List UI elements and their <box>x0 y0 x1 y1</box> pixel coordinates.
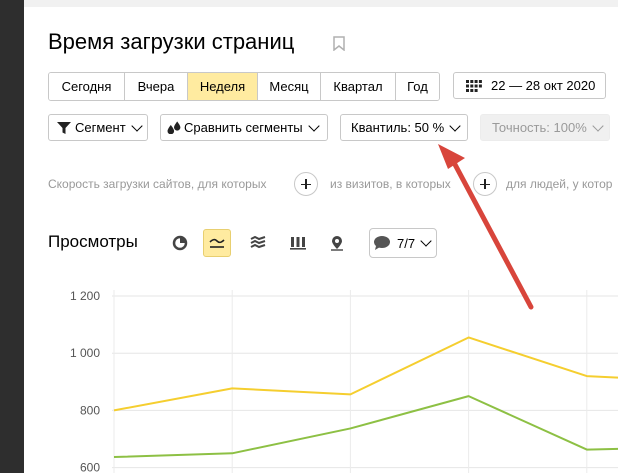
page-title: Время загрузки страниц <box>48 29 295 54</box>
period-selector: Сегодня Вчера Неделя Месяц Квартал Год <box>48 72 440 101</box>
y-tick-label: 1 000 <box>70 346 100 360</box>
series-counter: 7/7 <box>397 235 416 251</box>
precision-label: Точность: 100% <box>492 120 587 135</box>
drops-icon <box>167 121 181 134</box>
y-tick-label: 1 200 <box>70 289 100 303</box>
area-chart-icon <box>250 236 266 249</box>
description-text-1: Скорость загрузки сайтов, для которых <box>48 177 267 191</box>
series-select[interactable]: 7/7 <box>369 228 437 258</box>
date-range-label: 22 — 28 окт 2020 <box>491 78 596 93</box>
compare-segments-label: Сравнить сегменты <box>184 120 303 135</box>
y-tick-label: 800 <box>80 403 100 417</box>
chevron-down-icon <box>449 119 461 132</box>
add-condition-button-1[interactable] <box>294 172 318 196</box>
line-chart-icon <box>209 238 225 248</box>
bookmark-icon[interactable] <box>333 36 345 51</box>
period-yesterday-button[interactable]: Вчера <box>125 73 188 100</box>
description-text-3: для людей, у котор <box>506 177 613 191</box>
quantile-select[interactable]: Квантиль: 50 % <box>340 114 468 141</box>
quantile-label: Квантиль: 50 % <box>351 120 445 135</box>
chevron-down-icon <box>307 119 320 132</box>
map-view-button[interactable] <box>323 229 351 257</box>
bar-chart-icon <box>290 237 306 250</box>
series-line-0[interactable] <box>113 336 618 412</box>
line-chart: 1 200 1 000 800 600 <box>70 289 618 473</box>
description-text-2: из визитов, в которых <box>330 177 451 191</box>
area-chart-view-button[interactable] <box>244 229 272 257</box>
pie-chart-icon <box>172 235 188 251</box>
date-range-button[interactable]: 22 — 28 окт 2020 <box>453 72 606 99</box>
add-condition-button-2[interactable] <box>473 172 497 196</box>
metric-title: Просмотры <box>48 232 138 251</box>
period-week-button[interactable]: Неделя <box>188 73 258 100</box>
segment-label: Сегмент <box>75 120 126 135</box>
chevron-down-icon <box>420 235 432 247</box>
segment-button[interactable]: Сегмент <box>48 114 148 141</box>
period-month-button[interactable]: Месяц <box>258 73 321 100</box>
calendar-icon <box>466 79 482 92</box>
pie-chart-view-button[interactable] <box>166 229 194 257</box>
series-line-1[interactable] <box>113 395 618 459</box>
comment-icon <box>374 236 390 250</box>
period-quarter-button[interactable]: Квартал <box>321 73 396 100</box>
compare-segments-button[interactable]: Сравнить сегменты <box>160 114 328 141</box>
line-chart-view-button[interactable] <box>203 229 231 257</box>
bar-chart-view-button[interactable] <box>284 229 312 257</box>
precision-select[interactable]: Точность: 100% <box>480 114 610 141</box>
period-year-button[interactable]: Год <box>396 73 439 100</box>
y-tick-label: 600 <box>80 461 100 473</box>
chevron-down-icon <box>131 119 143 132</box>
filter-icon <box>57 121 71 134</box>
map-pin-icon <box>331 236 343 251</box>
top-strip <box>24 0 618 7</box>
period-today-button[interactable]: Сегодня <box>49 73 125 100</box>
chevron-down-icon <box>592 119 604 132</box>
